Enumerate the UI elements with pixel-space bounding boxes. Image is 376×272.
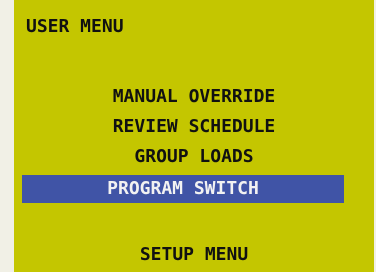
menu-item-label: SETUP MENU (139, 244, 249, 265)
menu-item-label: PROGRAM SWITCH (107, 178, 259, 199)
lcd-screen: USER MENU MANUAL OVERRIDE REVIEW SCHEDUL… (14, 0, 374, 272)
menu-title: USER MENU (26, 16, 124, 37)
menu-item-review-schedule[interactable]: REVIEW SCHEDULE (14, 116, 374, 137)
menu-item-setup-menu[interactable]: SETUP MENU (14, 244, 374, 265)
menu-item-label: GROUP LOADS (134, 146, 254, 167)
menu-item-label: MANUAL OVERRIDE (112, 86, 276, 107)
menu-item-group-loads[interactable]: GROUP LOADS (14, 146, 374, 167)
menu-item-manual-override[interactable]: MANUAL OVERRIDE (14, 86, 374, 107)
menu-item-program-switch[interactable]: PROGRAM SWITCH (22, 175, 344, 203)
menu-item-label: REVIEW SCHEDULE (112, 116, 276, 137)
